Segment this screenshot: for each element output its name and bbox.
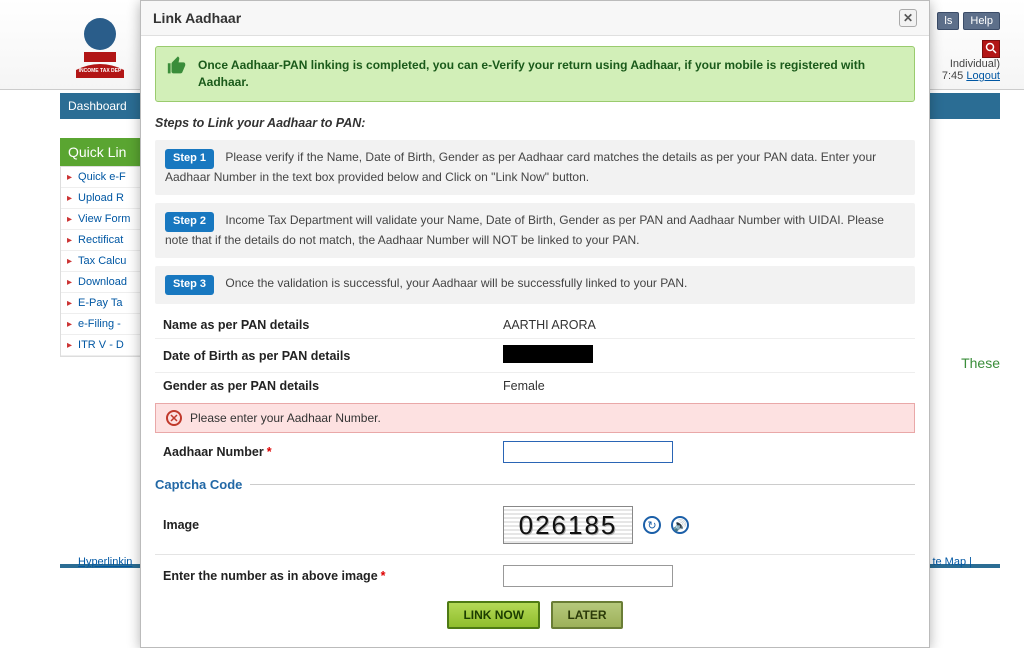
audio-icon[interactable]: 🔊 [671,516,689,534]
step-3-text: Once the validation is successful, your … [225,276,687,290]
thumbs-up-icon [166,55,188,77]
right-panel-text: These [961,355,1000,371]
step-2-text: Income Tax Department will validate your… [165,213,884,247]
link-now-button[interactable]: LINK NOW [447,601,540,629]
captcha-legend: Captcha Code [155,477,242,492]
error-icon: ✕ [166,410,182,426]
step-2: Step 2 Income Tax Department will valida… [155,203,915,258]
refresh-icon[interactable]: ↻ [643,516,661,534]
search-icon[interactable] [982,40,1000,58]
pan-name-value: AARTHI ARORA [503,318,596,332]
pan-name-label: Name as per PAN details [163,318,503,332]
step-3: Step 3 Once the validation is successful… [155,266,915,304]
close-icon[interactable]: ✕ [899,9,917,27]
info-banner: Once Aadhaar-PAN linking is completed, y… [155,46,915,102]
step-2-chip: Step 2 [165,212,214,232]
header-tool-button[interactable]: ls [937,12,959,30]
aadhaar-number-label: Aadhaar Number* [163,445,503,459]
footer-hyperlinking[interactable]: Hyperlinkin [78,556,132,568]
footer-sitemap[interactable]: te Map | [932,556,972,568]
pan-gender-label: Gender as per PAN details [163,379,503,393]
step-3-chip: Step 3 [165,275,214,295]
link-aadhaar-modal: Link Aadhaar ✕ Once Aadhaar-PAN linking … [140,0,930,648]
aadhaar-number-input[interactable] [503,441,673,463]
captcha-input-label: Enter the number as in above image* [163,569,503,583]
gov-emblem-icon: INCOME TAX DEP [72,12,128,78]
pan-dob-redacted [503,345,593,363]
step-1-chip: Step 1 [165,149,214,169]
later-button[interactable]: LATER [551,601,622,629]
captcha-image: 026185 [503,506,633,544]
captcha-image-label: Image [163,518,503,532]
step-1-text: Please verify if the Name, Date of Birth… [165,150,876,184]
modal-header: Link Aadhaar ✕ [141,1,929,36]
logout-link[interactable]: Logout [966,70,1000,82]
steps-heading: Steps to Link your Aadhaar to PAN: [155,116,915,130]
captcha-input[interactable] [503,565,673,587]
error-banner: ✕ Please enter your Aadhaar Number. [155,403,915,433]
svg-text:INCOME TAX DEP: INCOME TAX DEP [79,68,122,74]
modal-title-text: Link Aadhaar [153,10,241,26]
nav-dashboard[interactable]: Dashboard [68,99,127,113]
error-text: Please enter your Aadhaar Number. [190,411,381,425]
user-info: Individual) 7:45 Logout [942,58,1000,82]
help-button[interactable]: Help [963,12,1000,30]
info-banner-text: Once Aadhaar-PAN linking is completed, y… [198,58,865,89]
pan-gender-value: Female [503,379,545,393]
pan-dob-label: Date of Birth as per PAN details [163,349,503,363]
step-1: Step 1 Please verify if the Name, Date o… [155,140,915,195]
